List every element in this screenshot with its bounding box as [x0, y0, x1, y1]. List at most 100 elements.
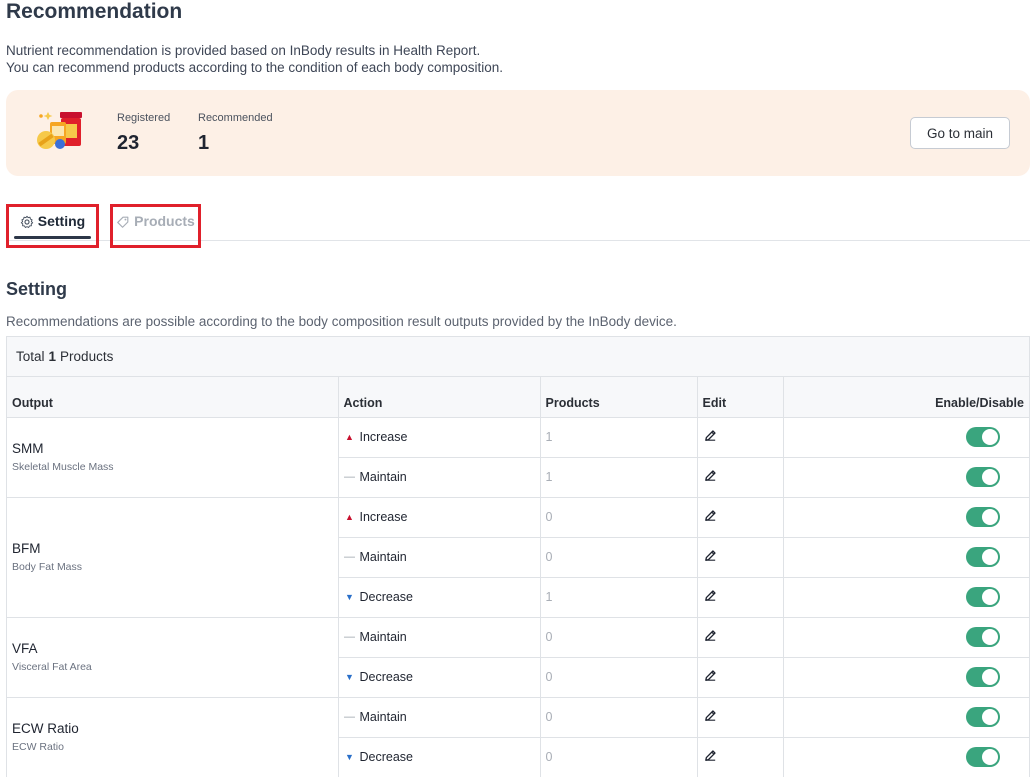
toggle-cell — [783, 577, 1029, 618]
maintain-dash-icon: — — [344, 631, 355, 643]
toggle-knob — [982, 629, 998, 645]
page-description: Nutrient recommendation is provided base… — [6, 42, 503, 76]
increase-arrow-icon: ▲ — [345, 432, 354, 442]
output-name: VFA — [12, 641, 38, 656]
decrease-arrow-icon: ▼ — [345, 592, 354, 602]
recommended-value: 1 — [198, 132, 210, 154]
products-count: 0 — [545, 630, 553, 644]
products-count: 1 — [545, 430, 553, 444]
edit-cell — [697, 537, 784, 578]
header-products: Products — [540, 377, 698, 418]
page-title: Recommendation — [6, 0, 183, 23]
toggle-cell — [783, 537, 1029, 578]
edit-icon[interactable] — [703, 428, 718, 443]
registered-label: Registered — [117, 112, 171, 124]
enable-toggle[interactable] — [966, 707, 1000, 727]
enable-toggle[interactable] — [966, 667, 1000, 687]
edit-icon[interactable] — [703, 708, 718, 723]
edit-icon[interactable] — [703, 548, 718, 563]
products-count: 1 — [545, 470, 553, 484]
edit-icon[interactable] — [703, 508, 718, 523]
total-prefix: Total — [16, 349, 45, 364]
maintain-dash-icon: — — [344, 711, 355, 723]
edit-icon[interactable] — [703, 588, 718, 603]
output-cell: SMM Skeletal Muscle Mass — [7, 417, 339, 498]
action-cell: — Maintain — [338, 537, 541, 578]
output-full-name: Skeletal Muscle Mass — [12, 461, 114, 473]
action-label: Maintain — [359, 630, 407, 644]
products-cell: 0 — [540, 737, 698, 777]
action-label: Decrease — [359, 670, 414, 684]
products-cell: 0 — [540, 697, 698, 738]
summary-card: Registered 23 Recommended 1 Go to main — [6, 90, 1030, 176]
edit-icon[interactable] — [703, 748, 718, 763]
toggle-knob — [982, 669, 998, 685]
increase-arrow-icon: ▲ — [345, 512, 354, 522]
enable-toggle[interactable] — [966, 627, 1000, 647]
products-cell: 0 — [540, 537, 698, 578]
toggle-knob — [982, 589, 998, 605]
action-cell: ▲ Increase — [338, 497, 541, 538]
toggle-cell — [783, 497, 1029, 538]
action-label: Maintain — [359, 470, 407, 484]
toggle-knob — [982, 509, 998, 525]
tab-setting[interactable]: Setting — [6, 204, 99, 248]
enable-toggle[interactable] — [966, 467, 1000, 487]
edit-icon[interactable] — [703, 628, 718, 643]
products-count: 0 — [545, 550, 553, 564]
edit-cell — [697, 417, 784, 458]
toggle-knob — [982, 749, 998, 765]
output-full-name: Body Fat Mass — [12, 561, 83, 573]
header-edit: Edit — [697, 377, 784, 418]
edit-cell — [697, 697, 784, 738]
products-count: 0 — [545, 750, 553, 764]
action-label: Decrease — [359, 750, 414, 764]
enable-toggle[interactable] — [966, 507, 1000, 527]
edit-cell — [697, 617, 784, 658]
action-cell: — Maintain — [338, 617, 541, 658]
action-label: Increase — [359, 510, 408, 524]
recommended-label: Recommended — [198, 112, 273, 124]
output-cell: BFM Body Fat Mass — [7, 497, 339, 618]
enable-toggle[interactable] — [966, 587, 1000, 607]
supplements-illustration-icon — [37, 112, 82, 149]
action-cell: — Maintain — [338, 457, 541, 498]
products-count: 1 — [545, 590, 553, 604]
edit-icon[interactable] — [703, 668, 718, 683]
edit-cell — [697, 737, 784, 777]
enable-toggle[interactable] — [966, 747, 1000, 767]
action-cell: ▼ Decrease — [338, 737, 541, 777]
settings-table: Output Action Products Edit Enable/Disab… — [7, 377, 1029, 777]
action-cell: ▼ Decrease — [338, 657, 541, 698]
go-to-main-button[interactable]: Go to main — [910, 117, 1010, 149]
total-suffix: Products — [60, 349, 114, 364]
toggle-knob — [982, 429, 998, 445]
decrease-arrow-icon: ▼ — [345, 672, 354, 682]
action-cell: ▲ Increase — [338, 417, 541, 458]
toggle-cell — [783, 657, 1029, 698]
enable-toggle[interactable] — [966, 547, 1000, 567]
description-line-2: You can recommend products according to … — [6, 60, 504, 75]
toggle-cell — [783, 737, 1029, 777]
total-products-bar: Total 1 Products — [7, 337, 1029, 377]
registered-stat: Registered 23 — [117, 112, 170, 155]
edit-icon[interactable] — [703, 468, 718, 483]
toggle-cell — [783, 417, 1029, 458]
enable-toggle[interactable] — [966, 427, 1000, 447]
table-header-row: Output Action Products Edit Enable/Disab… — [7, 377, 1029, 418]
tab-products[interactable]: Products — [110, 204, 201, 248]
products-count: 0 — [545, 510, 553, 524]
decrease-arrow-icon: ▼ — [345, 752, 354, 762]
section-title: Setting — [6, 279, 67, 299]
toggle-cell — [783, 457, 1029, 498]
toggle-cell — [783, 617, 1029, 658]
action-cell: — Maintain — [338, 697, 541, 738]
action-label: Maintain — [359, 710, 407, 724]
total-count: 1 — [48, 349, 57, 364]
header-output: Output — [7, 377, 339, 418]
toggle-knob — [982, 469, 998, 485]
output-cell: VFA Visceral Fat Area — [7, 617, 339, 698]
action-cell: ▼ Decrease — [338, 577, 541, 618]
table-row: BFM Body Fat Mass ▲ Increase 0 — [7, 497, 1029, 618]
action-label: Maintain — [359, 550, 407, 564]
